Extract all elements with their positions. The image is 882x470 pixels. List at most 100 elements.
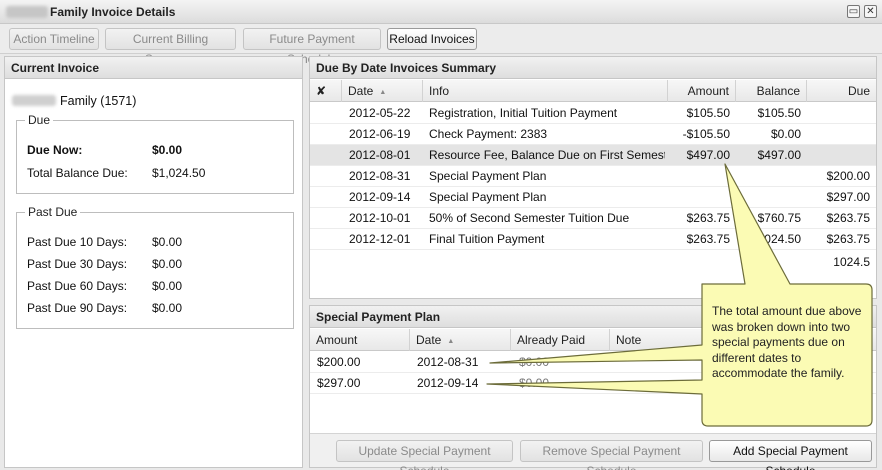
plan-amount-cell: $297.00 bbox=[317, 376, 361, 390]
past-due-60-value: $0.00 bbox=[152, 279, 183, 293]
title-bar: Family Invoice Details ▭ ✕ bbox=[0, 0, 882, 24]
table-row[interactable]: 2012-06-19 Check Payment: 2383 -$105.50 $0.… bbox=[310, 124, 876, 145]
plan-date-cell: 2012-09-14 bbox=[417, 376, 479, 390]
summary-balance-cell: $760.75 bbox=[757, 211, 801, 225]
action-timeline-button[interactable]: Action Timeline bbox=[9, 28, 99, 50]
column-due[interactable]: Due bbox=[807, 80, 876, 102]
future-payment-schedule-button[interactable]: Future Payment Schedule bbox=[243, 28, 381, 66]
current-billing-summary-button[interactable]: Current Billing Summary bbox=[105, 28, 236, 66]
sort-asc-icon: ▲ bbox=[379, 89, 387, 96]
past-due-10-value: $0.00 bbox=[152, 235, 183, 249]
column-plan-amount[interactable]: Amount bbox=[310, 329, 410, 351]
summary-date-cell: 2012-09-14 bbox=[349, 190, 411, 204]
past-due-group: Past Due Past Due 10 Days: $0.00 Past Du… bbox=[16, 205, 294, 329]
summary-info-cell: Final Tuition Payment bbox=[429, 232, 545, 246]
summary-balance-cell bbox=[736, 166, 801, 187]
column-balance[interactable]: Balance bbox=[736, 80, 807, 102]
summary-amount-cell: -$105.50 bbox=[682, 127, 730, 141]
summary-date-cell: 2012-06-19 bbox=[349, 127, 411, 141]
table-row[interactable]: 2012-08-31 Special Payment Plan $200.00 bbox=[310, 166, 876, 187]
column-info[interactable]: Info bbox=[423, 80, 668, 102]
summary-balance-cell: $1,024.50 bbox=[747, 232, 801, 246]
column-amount[interactable]: Amount bbox=[668, 80, 736, 102]
plan-paid-cell: $0.00 bbox=[519, 376, 550, 390]
column-plan-date-label: Date bbox=[416, 333, 442, 347]
past-due-legend: Past Due bbox=[25, 205, 81, 219]
summary-balance-cell: $105.50 bbox=[757, 106, 801, 120]
add-special-payment-schedule-button[interactable]: Add Special Payment Schedule bbox=[709, 440, 872, 470]
past-due-90-value: $0.00 bbox=[152, 301, 183, 315]
summary-balance-cell: $497.00 bbox=[757, 148, 801, 162]
toolbar: Action Timeline Current Billing Summary … bbox=[0, 24, 882, 66]
column-plan-date[interactable]: Date ▲ bbox=[410, 329, 511, 351]
delete-column-icon[interactable]: ✘ bbox=[310, 80, 342, 102]
column-date-label: Date bbox=[348, 84, 374, 98]
summary-grid-header: ✘ Date ▲ Info Amount Balance Due bbox=[310, 80, 876, 102]
summary-due-cell bbox=[807, 145, 870, 166]
summary-date-cell: 2012-10-01 bbox=[349, 211, 411, 225]
summary-amount-cell bbox=[668, 187, 730, 208]
summary-amount-cell: $263.75 bbox=[686, 211, 730, 225]
reload-invoices-button[interactable]: Reload Invoices bbox=[387, 28, 477, 50]
summary-balance-cell: $0.00 bbox=[770, 127, 801, 141]
due-by-date-summary-panel: Due By Date Invoices Summary ✘ Date ▲ Inf… bbox=[309, 56, 877, 299]
past-due-90-label: Past Due 90 Days: bbox=[27, 301, 128, 315]
summary-date-cell: 2012-08-31 bbox=[349, 169, 411, 183]
summary-info-cell: Special Payment Plan bbox=[429, 169, 547, 183]
summary-date-cell: 2012-05-22 bbox=[349, 106, 411, 120]
close-icon[interactable]: ✕ bbox=[864, 5, 877, 18]
summary-due-cell: $200.00 bbox=[826, 169, 870, 183]
family-label: Family (1571) bbox=[60, 94, 137, 108]
remove-special-payment-schedule-button[interactable]: Remove Special Payment Schedule bbox=[520, 440, 703, 470]
table-row[interactable]: 2012-09-14 Special Payment Plan $297.00 bbox=[310, 187, 876, 208]
summary-header: Due By Date Invoices Summary bbox=[310, 57, 876, 79]
due-legend: Due bbox=[25, 113, 54, 127]
plan-paid-cell: $0.00 bbox=[519, 355, 550, 369]
column-date[interactable]: Date ▲ bbox=[342, 80, 423, 102]
table-row[interactable]: 2012-05-22 Registration, Initial Tuition … bbox=[310, 103, 876, 124]
summary-amount-cell bbox=[668, 166, 730, 187]
past-due-30-value: $0.00 bbox=[152, 257, 183, 271]
window-title: Family Invoice Details bbox=[50, 5, 176, 19]
summary-due-cell: $263.75 bbox=[826, 211, 870, 225]
past-due-60-label: Past Due 60 Days: bbox=[27, 279, 128, 293]
summary-balance-cell bbox=[736, 187, 801, 208]
column-already-paid[interactable]: Already Paid bbox=[511, 329, 610, 351]
current-invoice-panel: Current Invoice Family (1571) Due Due No… bbox=[4, 56, 303, 468]
summary-amount-cell: $263.75 bbox=[686, 232, 730, 246]
total-balance-label: Total Balance Due: bbox=[27, 166, 128, 180]
sort-asc-icon: ▲ bbox=[447, 338, 455, 345]
update-special-payment-schedule-button[interactable]: Update Special Payment Schedule bbox=[336, 440, 513, 470]
summary-total-due: 1024.5 bbox=[833, 255, 870, 269]
summary-amount-cell: $497.00 bbox=[686, 148, 730, 162]
summary-info-cell: Registration, Initial Tuition Payment bbox=[429, 106, 618, 120]
summary-info-cell: Resource Fee, Balance Due on First Semes… bbox=[429, 148, 665, 162]
summary-due-cell bbox=[807, 103, 870, 124]
summary-due-cell bbox=[807, 124, 870, 145]
maximize-icon[interactable]: ▭ bbox=[847, 5, 860, 18]
summary-info-cell: Check Payment: 2383 bbox=[429, 127, 548, 141]
redacted-name bbox=[6, 6, 48, 18]
due-now-label: Due Now: bbox=[27, 143, 83, 157]
callout-text: The total amount due above was broken do… bbox=[712, 304, 862, 380]
summary-info-cell: 50% of Second Semester Tuition Due bbox=[429, 211, 630, 225]
summary-amount-cell: $105.50 bbox=[686, 106, 730, 120]
total-balance-value: $1,024.50 bbox=[152, 166, 206, 180]
summary-due-cell: $297.00 bbox=[826, 190, 870, 204]
due-group: Due Due Now: $0.00 Total Balance Due: $1… bbox=[16, 113, 294, 194]
past-due-30-label: Past Due 30 Days: bbox=[27, 257, 128, 271]
summary-due-cell: $263.75 bbox=[826, 232, 870, 246]
past-due-10-label: Past Due 10 Days: bbox=[27, 235, 128, 249]
plan-amount-cell: $200.00 bbox=[317, 355, 361, 369]
summary-date-cell: 2012-08-01 bbox=[349, 148, 411, 162]
redacted-family-name bbox=[12, 95, 56, 106]
plan-date-cell: 2012-08-31 bbox=[417, 355, 479, 369]
summary-date-cell: 2012-12-01 bbox=[349, 232, 411, 246]
current-invoice-header: Current Invoice bbox=[5, 57, 302, 79]
summary-info-cell: Special Payment Plan bbox=[429, 190, 547, 204]
table-row[interactable]: 2012-12-01 Final Tuition Payment $263.75 $1… bbox=[310, 229, 876, 250]
table-row[interactable]: 2012-08-01 Resource Fee, Balance Due on F… bbox=[310, 145, 876, 166]
due-now-value: $0.00 bbox=[152, 143, 183, 157]
special-plan-button-bar: Update Special Payment Schedule Remove S… bbox=[310, 433, 876, 470]
table-row[interactable]: 2012-10-01 50% of Second Semester Tuition… bbox=[310, 208, 876, 229]
